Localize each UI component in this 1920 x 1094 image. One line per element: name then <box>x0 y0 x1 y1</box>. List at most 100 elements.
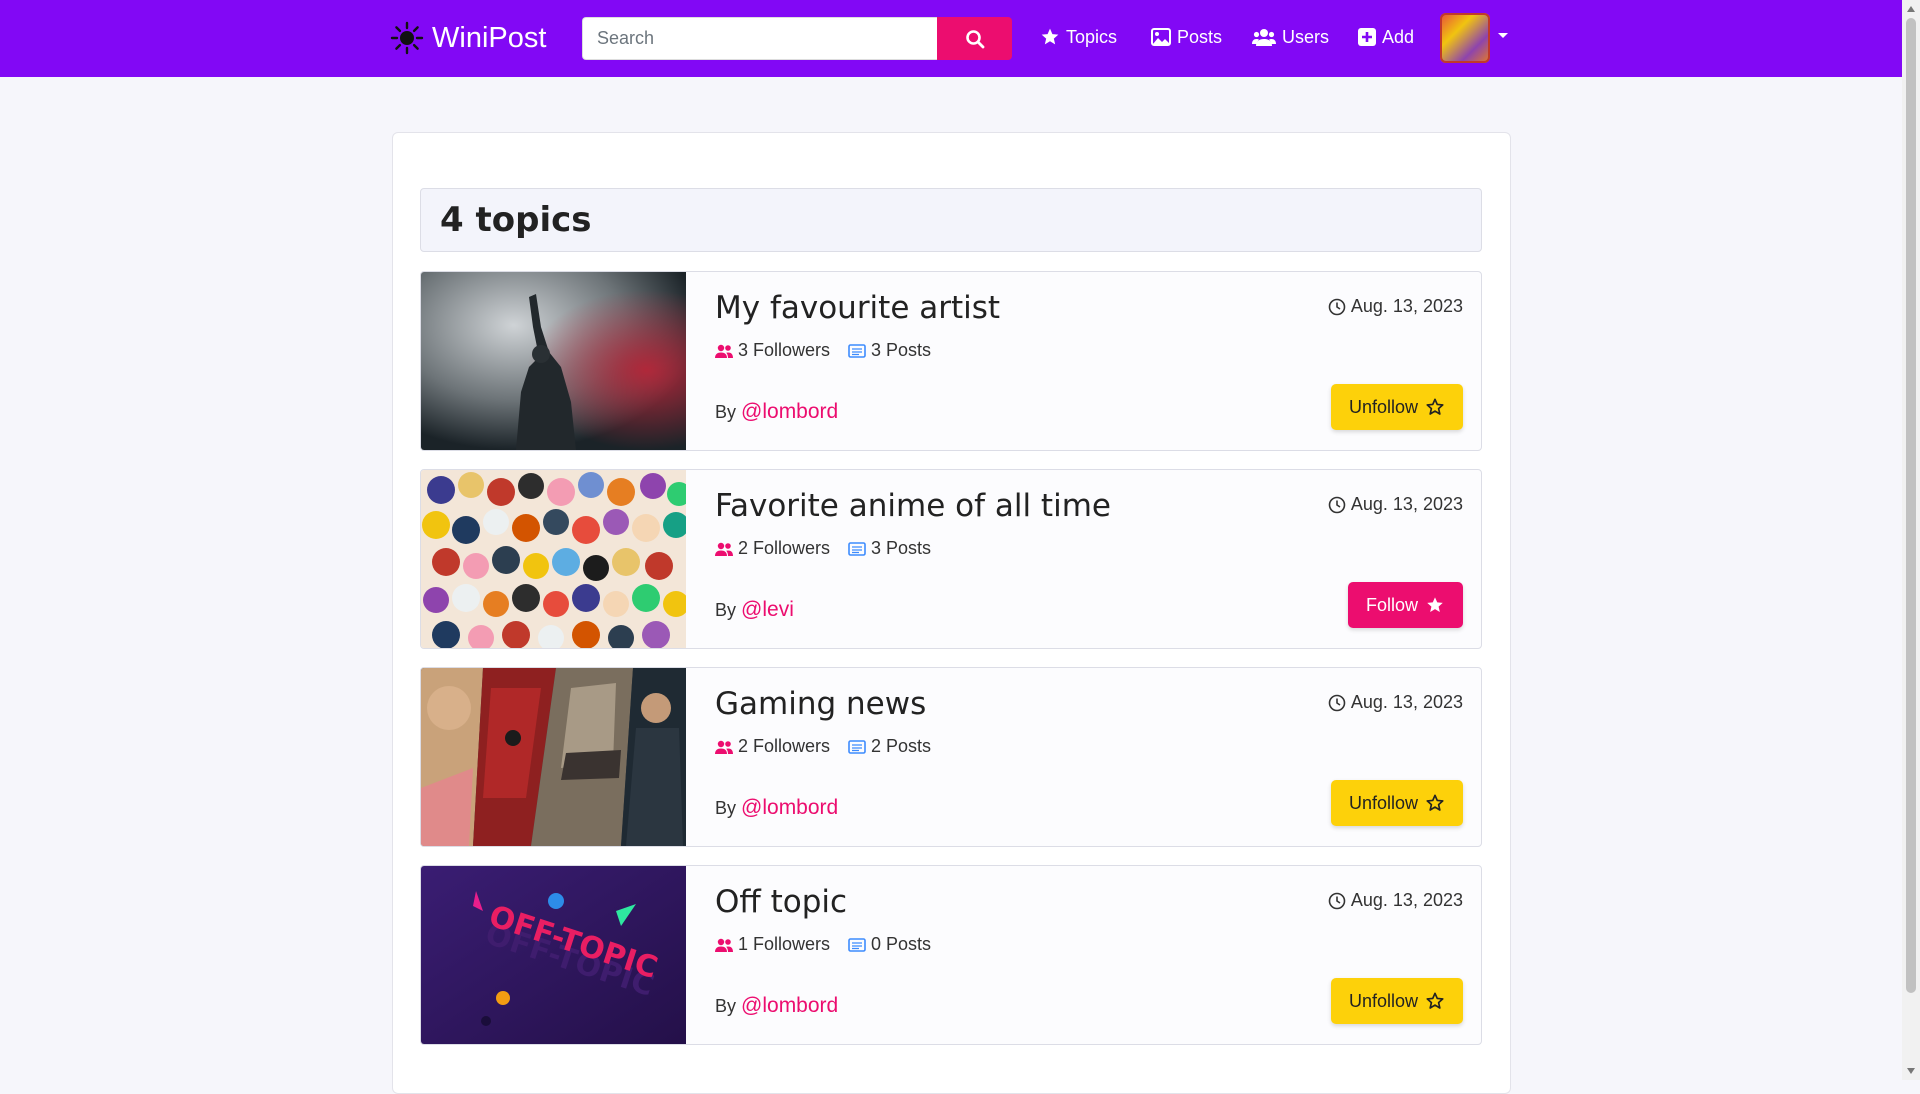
nav-users-label: Users <box>1282 26 1330 47</box>
posts-count: 3 Posts <box>848 538 931 559</box>
topic-title[interactable]: Favorite anime of all time <box>715 488 1111 524</box>
topic-title[interactable]: My favourite artist <box>715 290 1000 326</box>
topics-heading: 4 topics <box>420 188 1482 252</box>
author-prefix: By <box>715 600 737 620</box>
button-label: Unfollow <box>1348 792 1418 813</box>
author-link[interactable]: @lombord <box>741 400 838 423</box>
followers-text: 3 Followers <box>738 340 831 360</box>
star-outline-icon <box>1426 992 1444 1009</box>
unfollow-button[interactable]: Unfollow <box>1330 780 1463 826</box>
posts-icon <box>848 541 866 556</box>
topic-title[interactable]: Gaming news <box>715 686 926 722</box>
followers-count: 3 Followers <box>715 340 830 361</box>
clock-icon <box>1328 298 1346 315</box>
author-prefix: By <box>715 402 737 422</box>
sun-icon <box>390 21 424 55</box>
posts-text: 3 Posts <box>871 340 932 360</box>
topic-date: Aug. 13, 2023 <box>1328 890 1463 911</box>
plus-square-icon <box>1358 28 1376 46</box>
author-link[interactable]: @lombord <box>741 796 838 819</box>
clock-icon <box>1328 892 1346 909</box>
nav-posts-label: Posts <box>1177 26 1223 47</box>
posts-text: 2 Posts <box>871 736 932 756</box>
nav-posts-link[interactable]: Posts <box>1151 24 1222 50</box>
topic-author: By @levi <box>715 598 794 622</box>
clock-icon <box>1328 694 1346 711</box>
author-link[interactable]: @levi <box>741 598 794 621</box>
topic-thumbnail: OFF-TOPIC OFF-TOPIC <box>421 866 686 1044</box>
button-label: Follow <box>1365 594 1418 615</box>
nav-add-link[interactable]: Add <box>1358 24 1414 50</box>
brand-logo[interactable]: WiniPost <box>390 16 546 60</box>
topic-item[interactable]: Gaming news Aug. 13, 2023 2 Followers 2 … <box>420 667 1482 847</box>
nav-topics-label: Topics <box>1066 26 1118 47</box>
users-icon <box>715 542 733 556</box>
topic-item[interactable]: OFF-TOPIC OFF-TOPIC Off topic Aug. 13, 2… <box>420 865 1482 1045</box>
author-prefix: By <box>715 798 737 818</box>
topic-author: By @lombord <box>715 796 838 820</box>
topic-date-text: Aug. 13, 2023 <box>1350 890 1463 910</box>
posts-icon <box>848 937 866 952</box>
search-icon <box>965 29 984 48</box>
scroll-up-arrow-icon[interactable] <box>1907 6 1915 12</box>
posts-icon <box>848 343 866 358</box>
topic-date-text: Aug. 13, 2023 <box>1350 494 1463 514</box>
search-button[interactable] <box>937 17 1012 60</box>
topic-thumbnail <box>421 470 686 648</box>
topic-date-text: Aug. 13, 2023 <box>1350 296 1463 316</box>
followers-count: 2 Followers <box>715 736 830 757</box>
topic-date: Aug. 13, 2023 <box>1328 494 1463 515</box>
users-icon <box>1252 29 1276 46</box>
star-icon <box>1427 597 1443 612</box>
button-label: Unfollow <box>1348 990 1418 1011</box>
topic-thumbnail <box>421 272 686 450</box>
image-icon <box>1151 28 1171 46</box>
unfollow-button[interactable]: Unfollow <box>1330 978 1463 1024</box>
button-label: Unfollow <box>1348 396 1418 417</box>
followers-text: 2 Followers <box>738 538 831 558</box>
topic-item[interactable]: Favorite anime of all time Aug. 13, 2023… <box>420 469 1482 649</box>
author-link[interactable]: @lombord <box>741 994 838 1017</box>
posts-text: 3 Posts <box>871 538 932 558</box>
followers-text: 1 Followers <box>738 934 831 954</box>
posts-count: 3 Posts <box>848 340 931 361</box>
scrollbar-thumb[interactable] <box>1906 18 1916 993</box>
users-icon <box>715 740 733 754</box>
nav-users-link[interactable]: Users <box>1252 24 1329 50</box>
topic-thumbnail <box>421 668 686 846</box>
topic-item[interactable]: My favourite artist Aug. 13, 2023 3 Foll… <box>420 271 1482 451</box>
user-avatar[interactable] <box>1440 13 1490 63</box>
search-input[interactable] <box>582 17 937 60</box>
users-icon <box>715 938 733 952</box>
topic-author: By @lombord <box>715 400 838 424</box>
unfollow-button[interactable]: Unfollow <box>1330 384 1463 430</box>
star-outline-icon <box>1426 398 1444 415</box>
follow-button[interactable]: Follow <box>1347 582 1463 628</box>
users-icon <box>715 344 733 358</box>
topic-date: Aug. 13, 2023 <box>1328 692 1463 713</box>
search-bar <box>582 17 1012 60</box>
followers-count: 2 Followers <box>715 538 830 559</box>
author-prefix: By <box>715 996 737 1016</box>
star-icon <box>1041 28 1059 45</box>
topic-author: By @lombord <box>715 994 838 1018</box>
posts-count: 0 Posts <box>848 934 931 955</box>
followers-count: 1 Followers <box>715 934 830 955</box>
topic-meta: 1 Followers 0 Posts <box>715 934 949 955</box>
topic-meta: 3 Followers 3 Posts <box>715 340 949 361</box>
topic-meta: 2 Followers 3 Posts <box>715 538 949 559</box>
star-outline-icon <box>1426 794 1444 811</box>
topic-meta: 2 Followers 2 Posts <box>715 736 949 757</box>
clock-icon <box>1328 496 1346 513</box>
scroll-down-arrow-icon[interactable] <box>1907 1068 1915 1074</box>
brand-name: WiniPost <box>432 21 547 54</box>
chevron-down-icon[interactable] <box>1498 33 1508 38</box>
posts-icon <box>848 739 866 754</box>
navbar: WiniPost Topics Posts <box>0 0 1902 77</box>
topic-title[interactable]: Off topic <box>715 884 847 920</box>
topic-date: Aug. 13, 2023 <box>1328 296 1463 317</box>
scrollbar[interactable] <box>1902 0 1920 1080</box>
nav-topics-link[interactable]: Topics <box>1040 24 1117 50</box>
followers-text: 2 Followers <box>738 736 831 756</box>
nav-add-label: Add <box>1382 26 1415 47</box>
